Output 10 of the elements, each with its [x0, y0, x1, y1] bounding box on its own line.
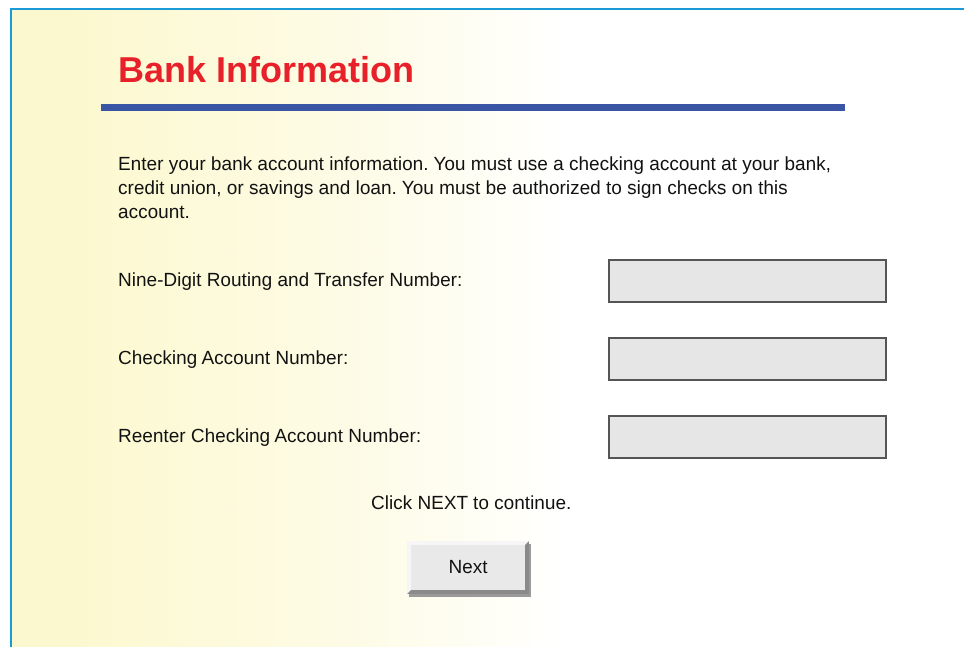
input-field[interactable]: [608, 415, 887, 459]
input-field[interactable]: [608, 337, 887, 381]
page-title: Bank Information: [117, 48, 416, 92]
field-label: Checking Account Number:: [118, 348, 350, 370]
instructions-text: Enter your bank account information. You must use a checking account at your bank, credit union, or savings and loan. You must be authorized to sign checks on this account.: [118, 153, 832, 225]
next-button[interactable]: Next: [407, 541, 529, 594]
hint-text: Click NEXT to continue.: [370, 493, 572, 515]
field-label: Reenter Checking Account Number:: [118, 426, 422, 448]
field-label: Nine-Digit Routing and Transfer Number:: [118, 270, 464, 292]
input-field[interactable]: [608, 259, 887, 303]
